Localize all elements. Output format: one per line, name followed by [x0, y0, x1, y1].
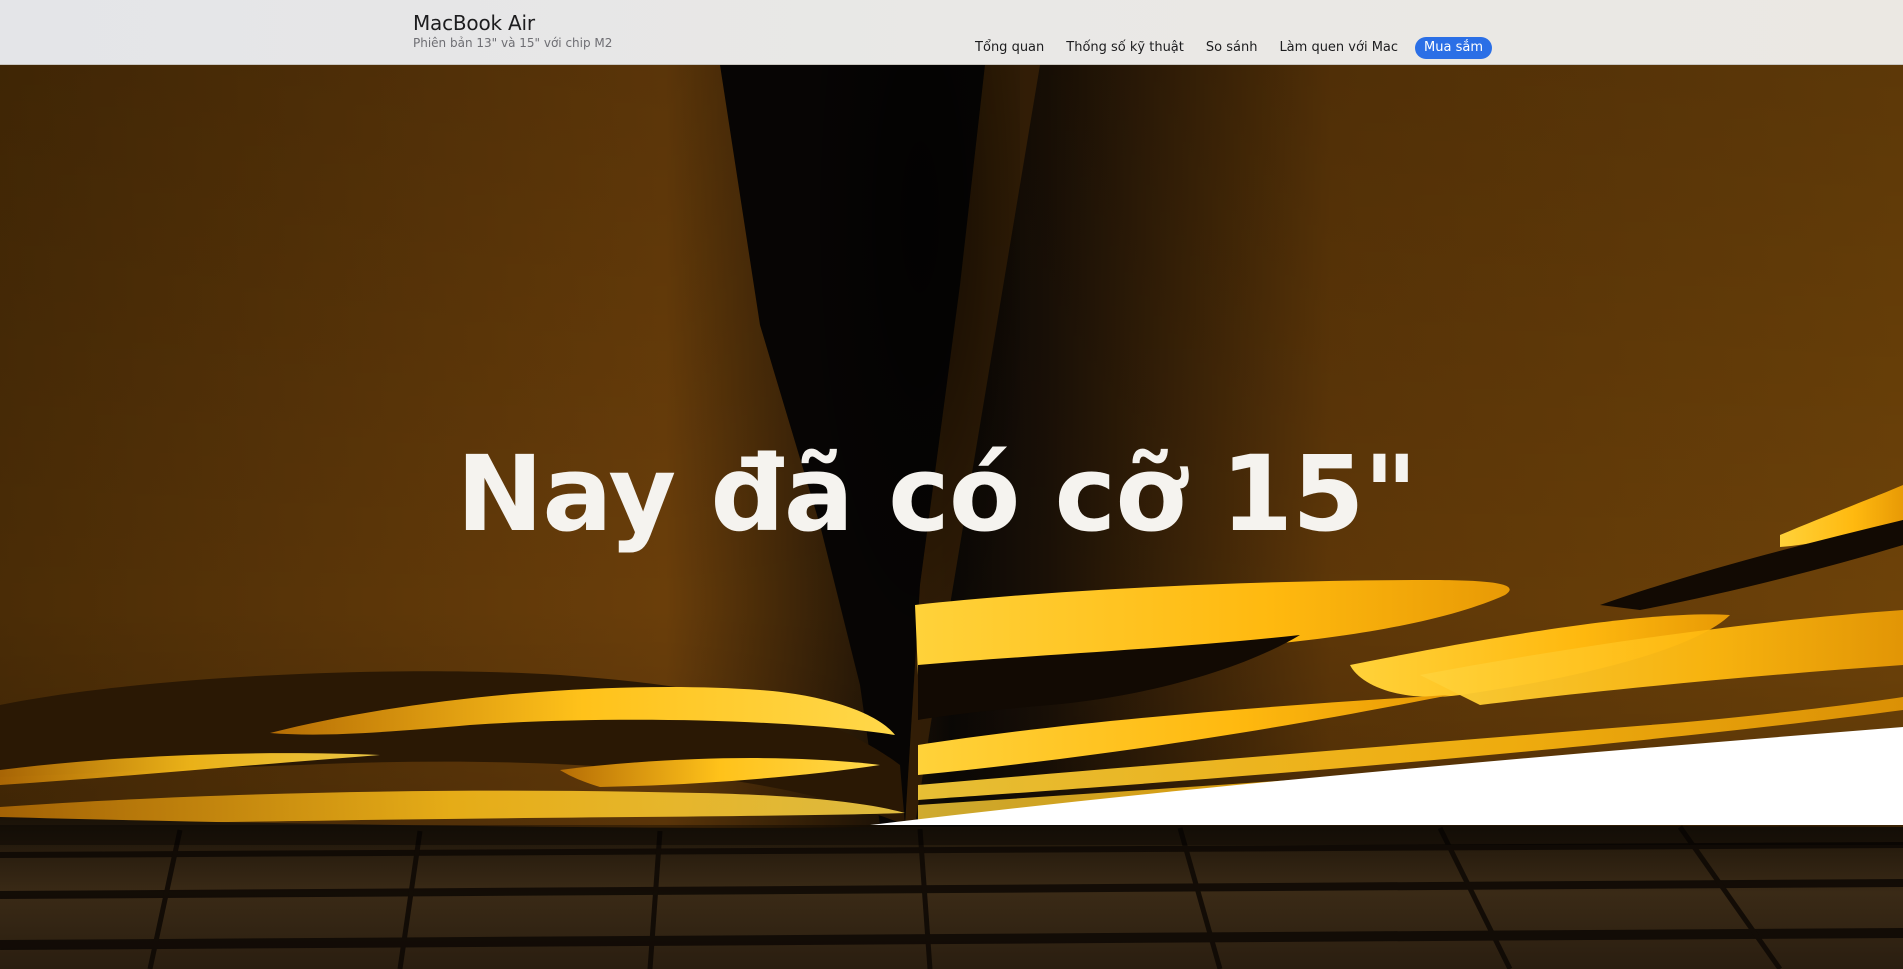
buy-button[interactable]: Mua sắm [1415, 37, 1492, 59]
nav-link-mac-switch[interactable]: Làm quen với Mac [1279, 38, 1398, 58]
nav-link-compare[interactable]: So sánh [1206, 38, 1258, 58]
product-brand[interactable]: MacBook Air Phiên bản 13" và 15" với chi… [413, 11, 612, 51]
nav-link-overview[interactable]: Tổng quan [975, 38, 1044, 58]
local-nav: MacBook Air Phiên bản 13" và 15" với chi… [0, 0, 1903, 65]
product-subtitle: Phiên bản 13" và 15" với chip M2 [413, 36, 613, 50]
page: MacBook Air Phiên bản 13" và 15" với chi… [0, 0, 1903, 969]
nav-link-tech-specs[interactable]: Thống số kỹ thuật [1066, 38, 1184, 58]
hero-section: Nay đã có cỡ 15" [0, 65, 1903, 969]
hero-headline: Nay đã có cỡ 15" [456, 433, 1417, 555]
product-title[interactable]: MacBook Air [413, 11, 612, 35]
local-nav-links: Tổng quan Thống số kỹ thuật So sánh Làm … [953, 37, 1492, 59]
